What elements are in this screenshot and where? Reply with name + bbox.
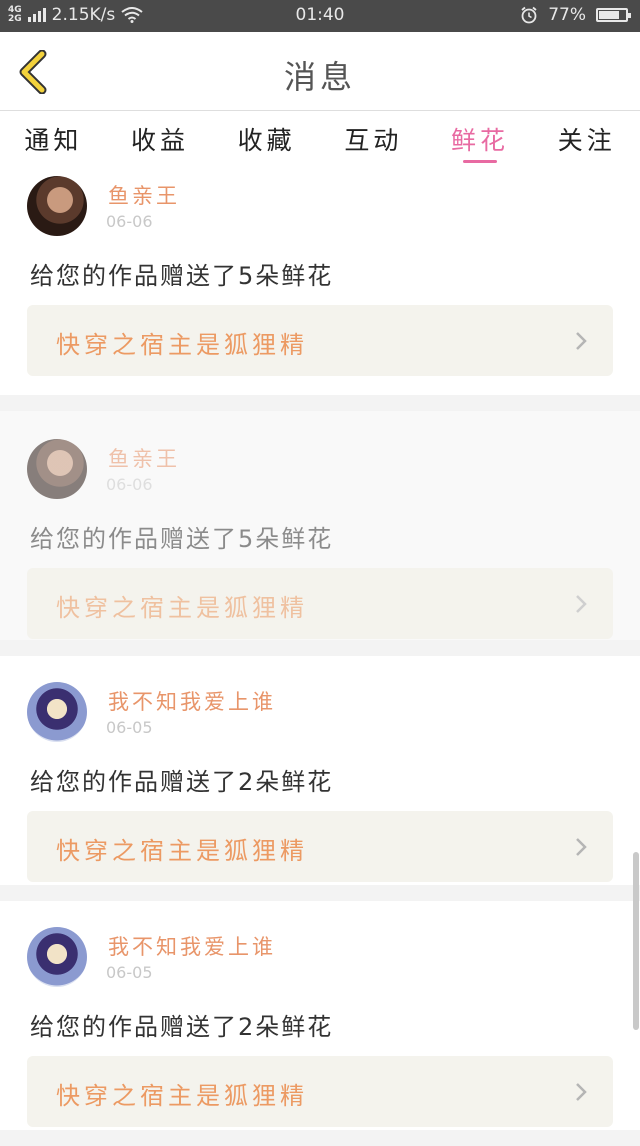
chevron-right-icon [576,595,587,613]
tab-notifications[interactable]: 通知 [0,111,107,166]
work-title: 快穿之宿主是狐狸精 [56,594,308,622]
chevron-right-icon [576,838,587,856]
tab-follows[interactable]: 关注 [533,111,640,166]
battery-percent: 77% [548,5,586,25]
work-link[interactable]: 快穿之宿主是狐狸精 [27,1056,613,1127]
sender-name[interactable]: 鱼亲王 [108,443,180,473]
message-date: 06-05 [106,718,153,737]
message-text: 给您的作品赠送了2朵鲜花 [30,1013,334,1041]
chevron-right-icon [576,1083,587,1101]
message-date: 06-06 [106,475,153,494]
message-date: 06-06 [106,212,153,231]
sender-name[interactable]: 我不知我爱上谁 [108,931,276,961]
status-bar: 4G 2G 2.15K/s 01:40 77% [0,0,640,32]
sender-name[interactable]: 我不知我爱上谁 [108,686,276,716]
tab-earnings[interactable]: 收益 [107,111,214,166]
battery-icon [596,8,631,22]
avatar[interactable] [27,682,87,742]
message-card: 我不知我爱上谁 06-05 给您的作品赠送了2朵鲜花 快穿之宿主是狐狸精 [0,901,640,1130]
message-list: 鱼亲王 06-06 给您的作品赠送了5朵鲜花 快穿之宿主是狐狸精 鱼亲王 06-… [0,166,640,1146]
page-title: 消息 [283,58,356,96]
message-text: 给您的作品赠送了5朵鲜花 [30,262,334,290]
message-text: 给您的作品赠送了5朵鲜花 [30,525,334,553]
work-title: 快穿之宿主是狐狸精 [56,331,308,359]
work-link[interactable]: 快穿之宿主是狐狸精 [27,305,613,376]
avatar[interactable] [27,439,87,499]
work-link[interactable]: 快穿之宿主是狐狸精 [27,811,613,882]
work-link[interactable]: 快穿之宿主是狐狸精 [27,568,613,639]
scrollbar[interactable] [633,852,639,1030]
tab-interactions[interactable]: 互动 [320,111,427,166]
message-date: 06-05 [106,963,153,982]
avatar[interactable] [27,176,87,236]
tab-favorites[interactable]: 收藏 [213,111,320,166]
message-text: 给您的作品赠送了2朵鲜花 [30,768,334,796]
work-title: 快穿之宿主是狐狸精 [56,837,308,865]
avatar[interactable] [27,927,87,987]
message-card: 鱼亲王 06-06 给您的作品赠送了5朵鲜花 快穿之宿主是狐狸精 [0,411,640,640]
header: 消息 [0,32,640,111]
tab-flowers[interactable]: 鲜花 [427,111,534,166]
sender-name[interactable]: 鱼亲王 [108,180,180,210]
work-title: 快穿之宿主是狐狸精 [56,1082,308,1110]
message-card: 我不知我爱上谁 06-05 给您的作品赠送了2朵鲜花 快穿之宿主是狐狸精 [0,656,640,885]
chevron-right-icon [576,332,587,350]
message-card: 鱼亲王 06-06 给您的作品赠送了5朵鲜花 快穿之宿主是狐狸精 [0,166,640,395]
tab-bar: 通知 收益 收藏 互动 鲜花 关注 [0,111,640,166]
alarm-icon [521,6,537,24]
